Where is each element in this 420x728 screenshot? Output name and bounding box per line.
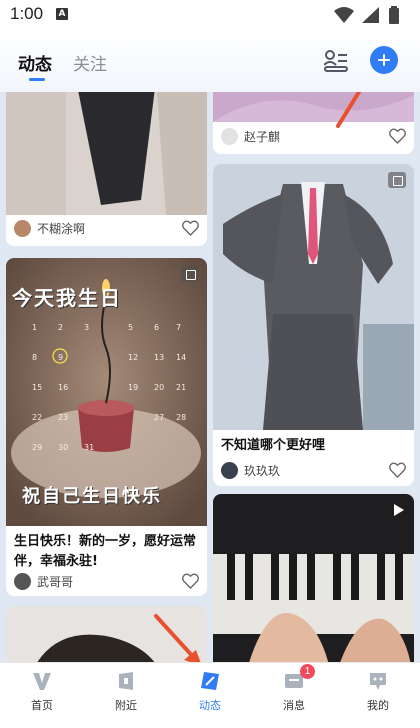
add-post-button[interactable] [370, 46, 398, 74]
post-image [6, 92, 207, 215]
svg-text:5: 5 [128, 323, 133, 332]
avatar [221, 128, 238, 145]
multi-image-icon [388, 172, 406, 188]
svg-text:9: 9 [58, 353, 63, 362]
feed-card[interactable] [213, 494, 414, 662]
nav-label: 首页 [31, 699, 53, 712]
nav-home[interactable]: 首页 [0, 663, 84, 728]
svg-text:28: 28 [176, 413, 186, 422]
post-caption: 不知道哪个更好哩 [221, 438, 326, 453]
post-author[interactable]: 玖玖玖 [221, 462, 280, 479]
home-icon [33, 673, 51, 690]
video-play-icon [394, 504, 404, 516]
nav-moments[interactable]: 动态 [168, 663, 252, 728]
contacts-icon[interactable] [324, 50, 348, 72]
unread-badge: 1 [300, 664, 315, 679]
post-image [213, 92, 414, 122]
status-notification-icon: A [56, 8, 68, 20]
tab-following[interactable]: 关注 [73, 50, 107, 75]
image-text-bottom: 祝自己生日快乐 [22, 486, 162, 507]
post-image [213, 164, 414, 430]
author-name: 玖玖玖 [244, 464, 281, 478]
nearby-icon [119, 672, 133, 690]
post-image [213, 494, 414, 662]
nav-label: 消息 [283, 699, 305, 712]
feed-card[interactable]: 123567 8 9 12 13 14 15 16 19 20 21 22 23 27 28 29 30… [6, 258, 207, 596]
status-time: 1:00 [10, 4, 44, 23]
svg-text:14: 14 [176, 353, 186, 362]
svg-text:31: 31 [84, 443, 94, 452]
annotation-arrow [154, 614, 201, 662]
svg-text:3: 3 [84, 323, 89, 332]
tab-moments[interactable]: 动态 [18, 50, 52, 81]
like-heart-icon[interactable] [389, 462, 406, 478]
profile-icon [370, 673, 386, 690]
feed[interactable]: 不糊涂啊 123567 8 9 12 13 14 15 16 19 20 21 22 23 27 28 [0, 92, 420, 662]
wifi-icon [334, 7, 354, 23]
feed-card[interactable]: 赵子麒 [213, 92, 414, 154]
svg-text:27: 27 [154, 413, 164, 422]
avatar [14, 573, 31, 590]
moments-icon [201, 672, 219, 690]
svg-text:16: 16 [58, 383, 68, 392]
nav-label: 我的 [367, 699, 389, 712]
avatar [14, 220, 31, 237]
post-caption: 生日快乐！新的一岁，愿好运常伴，幸福永驻! [14, 534, 197, 569]
feed-card[interactable]: 不糊涂啊 [6, 92, 207, 246]
multi-image-icon [181, 266, 199, 282]
like-heart-icon[interactable] [182, 220, 199, 236]
status-bar: 1:00 A [0, 0, 420, 30]
battery-icon [389, 6, 399, 24]
svg-text:1: 1 [32, 323, 37, 332]
signal-icon [362, 7, 379, 23]
svg-text:8: 8 [32, 353, 37, 362]
svg-text:22: 22 [32, 413, 42, 422]
svg-text:20: 20 [154, 383, 164, 392]
svg-text:7: 7 [176, 323, 181, 332]
post-author[interactable]: 不糊涂啊 [14, 220, 85, 237]
author-name: 不糊涂啊 [37, 222, 86, 236]
post-author[interactable]: 赵子麒 [221, 128, 280, 145]
svg-text:13: 13 [154, 353, 164, 362]
svg-text:15: 15 [32, 383, 42, 392]
author-name: 武哥哥 [37, 575, 74, 589]
nav-messages[interactable]: 1 消息 [252, 663, 336, 728]
annotation-arrow [336, 92, 362, 128]
image-text-top: 今天我生日 [12, 286, 122, 310]
like-heart-icon[interactable] [182, 573, 199, 589]
like-heart-icon[interactable] [389, 128, 406, 144]
author-name: 赵子麒 [244, 130, 281, 144]
svg-text:19: 19 [128, 383, 138, 392]
nav-label: 动态 [199, 699, 221, 712]
top-header: 动态 关注 [0, 30, 420, 92]
avatar [221, 462, 238, 479]
post-author[interactable]: 武哥哥 [14, 573, 73, 590]
svg-text:30: 30 [58, 443, 68, 452]
svg-text:23: 23 [58, 413, 68, 422]
svg-text:29: 29 [32, 443, 42, 452]
feed-card[interactable]: 不知道哪个更好哩 玖玖玖 [213, 164, 414, 486]
svg-text:12: 12 [128, 353, 138, 362]
nav-label: 附近 [115, 699, 137, 712]
nav-profile[interactable]: 我的 [336, 663, 420, 728]
svg-text:6: 6 [154, 323, 159, 332]
svg-text:2: 2 [58, 323, 63, 332]
svg-text:21: 21 [176, 383, 186, 392]
nav-nearby[interactable]: 附近 [84, 663, 168, 728]
bottom-navigation: 首页 附近 动态 1 消息 我的 [0, 662, 420, 728]
